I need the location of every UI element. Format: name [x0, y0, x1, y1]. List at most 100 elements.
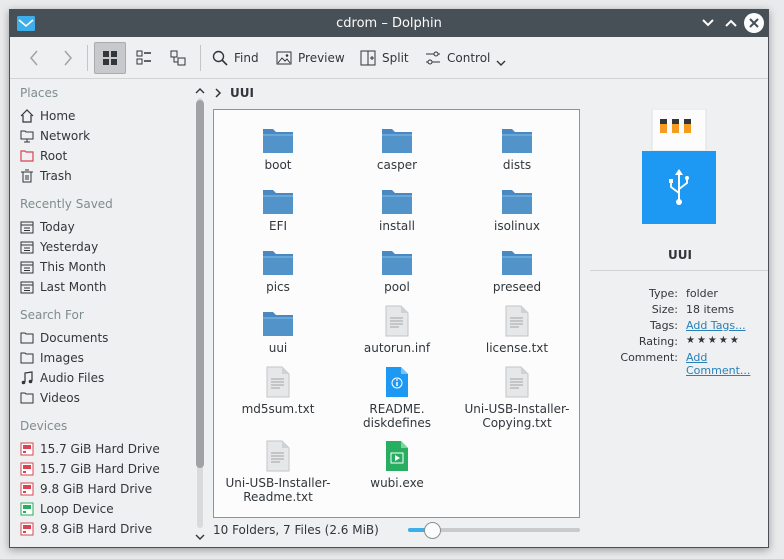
- sidebar-item-label: Home: [40, 109, 76, 123]
- section-title-search: Search For: [20, 308, 84, 322]
- chevron-down-icon: [496, 60, 506, 66]
- details-view-button[interactable]: [162, 42, 194, 74]
- breadcrumb-current[interactable]: UUI: [230, 86, 254, 100]
- preview-label: Preview: [298, 51, 345, 65]
- sidebar-item-device[interactable]: 9.8 GiB Hard Drive: [20, 479, 185, 499]
- sidebar-item-root[interactable]: Root: [20, 146, 185, 166]
- folder-item[interactable]: dists: [462, 122, 572, 172]
- file-name: install: [379, 219, 415, 233]
- add-comment-link[interactable]: Add Comment...: [686, 351, 768, 377]
- folder-item[interactable]: pool: [342, 244, 452, 294]
- file-item[interactable]: Uni-USB-Installer- Readme.txt: [223, 440, 333, 504]
- preview-button[interactable]: Preview: [276, 42, 345, 74]
- folder-item[interactable]: isolinux: [462, 183, 572, 233]
- file-item[interactable]: license.txt: [462, 305, 572, 355]
- file-name: uui: [268, 341, 288, 355]
- info-size-value: 18 items: [686, 303, 735, 316]
- rating-stars[interactable]: ★★★★★: [686, 335, 741, 346]
- sidebar-item-device[interactable]: 9.8 GiB Hard Drive: [20, 519, 185, 539]
- text-file-icon: [385, 305, 409, 337]
- folder-item[interactable]: EFI: [223, 183, 333, 233]
- info-rating-row: Rating: ★★★★★: [590, 335, 768, 351]
- folder-icon: [501, 122, 533, 154]
- folder-item[interactable]: install: [342, 183, 452, 233]
- zoom-slider[interactable]: [408, 522, 580, 539]
- sidebar-scrollbar[interactable]: [192, 80, 208, 547]
- sidebar-item-today[interactable]: Today: [20, 217, 185, 237]
- calendar-icon: [20, 261, 34, 274]
- section-title-recent: Recently Saved: [20, 197, 113, 211]
- info-size-label: Size:: [651, 303, 678, 316]
- sidebar-item-label: 15.7 GiB Hard Drive: [40, 442, 160, 456]
- file-item[interactable]: wubi.exe: [342, 440, 452, 490]
- find-button[interactable]: Find: [212, 42, 259, 74]
- toolbar: Find Preview Split Control: [10, 37, 768, 79]
- folder-item[interactable]: casper: [342, 122, 452, 172]
- sidebar-item-yesterday[interactable]: Yesterday: [20, 237, 185, 257]
- info-divider: [590, 270, 768, 271]
- maximize-button[interactable]: [721, 13, 741, 33]
- file-view[interactable]: boot casper dists EFI install isolinux pics poo…: [213, 109, 580, 518]
- sidebar-item-label: 15.7 GiB Hard Drive: [40, 462, 160, 476]
- file-item[interactable]: autorun.inf: [342, 305, 452, 355]
- sidebar-item-label: 9.8 GiB Hard Drive: [40, 522, 153, 536]
- sidebar-item-network[interactable]: Network: [20, 126, 185, 146]
- file-name: md5sum.txt: [241, 402, 315, 416]
- sidebar-item-home[interactable]: Home: [20, 106, 185, 126]
- trash-icon: [21, 169, 33, 183]
- folder-item[interactable]: preseed: [462, 244, 572, 294]
- file-name: Uni-USB-Installer- Copying.txt: [464, 402, 570, 430]
- control-icon: [426, 51, 440, 65]
- file-item[interactable]: md5sum.txt: [223, 366, 333, 416]
- sidebar-item-images[interactable]: Images: [20, 348, 185, 368]
- music-note-icon: [21, 371, 33, 385]
- folder-item[interactable]: boot: [223, 122, 333, 172]
- folder-item[interactable]: uui: [223, 305, 333, 355]
- sidebar-item-device[interactable]: 15.7 GiB Hard Drive: [20, 439, 185, 459]
- breadcrumb[interactable]: UUI: [214, 84, 254, 102]
- sidebar-item-videos[interactable]: Videos: [20, 388, 185, 408]
- compact-view-button[interactable]: [128, 42, 160, 74]
- home-icon: [20, 109, 34, 123]
- file-item[interactable]: README. diskdefines: [342, 366, 452, 430]
- folder-item[interactable]: pics: [223, 244, 333, 294]
- chevron-left-icon: [30, 50, 38, 66]
- icons-view-button[interactable]: [94, 42, 126, 74]
- sidebar-item-this-month[interactable]: This Month: [20, 257, 185, 277]
- sidebar-item-label: Yesterday: [40, 240, 99, 254]
- zoom-slider-handle[interactable]: [424, 522, 441, 539]
- title-bar[interactable]: cdrom – Dolphin: [10, 10, 768, 37]
- hard-drive-icon: [20, 442, 34, 456]
- control-button[interactable]: Control: [425, 42, 506, 74]
- sidebar-item-label: Loop Device: [40, 502, 114, 516]
- usb-drive-icon: [642, 109, 716, 224]
- dolphin-window: cdrom – Dolphin Find Preview Split Contr…: [9, 9, 769, 548]
- folder-icon: [262, 122, 294, 154]
- split-button[interactable]: Split: [360, 42, 409, 74]
- folder-icon: [381, 183, 413, 215]
- info-title: UUI: [668, 248, 692, 262]
- close-button[interactable]: [744, 13, 764, 33]
- add-tags-link[interactable]: Add Tags...: [686, 319, 746, 332]
- sidebar-item-audio-files[interactable]: Audio Files: [20, 368, 185, 388]
- sidebar-item-trash[interactable]: Trash: [20, 166, 185, 186]
- sidebar-item-device[interactable]: 15.7 GiB Hard Drive: [20, 459, 185, 479]
- hard-drive-icon: [20, 522, 34, 536]
- info-comment-row: Comment: Add Comment...: [590, 351, 768, 377]
- folder-icon: [381, 244, 413, 276]
- info-size-row: Size: 18 items: [590, 303, 768, 319]
- sidebar-item-label: Audio Files: [40, 371, 105, 385]
- file-item[interactable]: Uni-USB-Installer- Copying.txt: [462, 366, 572, 430]
- compact-view-icon: [136, 50, 151, 65]
- scrollbar-thumb[interactable]: [196, 100, 204, 468]
- sidebar-item-device[interactable]: Loop Device: [20, 499, 185, 519]
- forward-button[interactable]: [52, 42, 84, 74]
- find-label: Find: [234, 51, 259, 65]
- minimize-button[interactable]: [698, 13, 718, 33]
- back-button[interactable]: [18, 42, 50, 74]
- text-file-icon: [505, 366, 529, 398]
- sidebar-item-last-month[interactable]: Last Month: [20, 277, 185, 297]
- control-label: Control: [447, 51, 491, 65]
- calendar-icon: [20, 221, 34, 234]
- sidebar-item-documents[interactable]: Documents: [20, 328, 185, 348]
